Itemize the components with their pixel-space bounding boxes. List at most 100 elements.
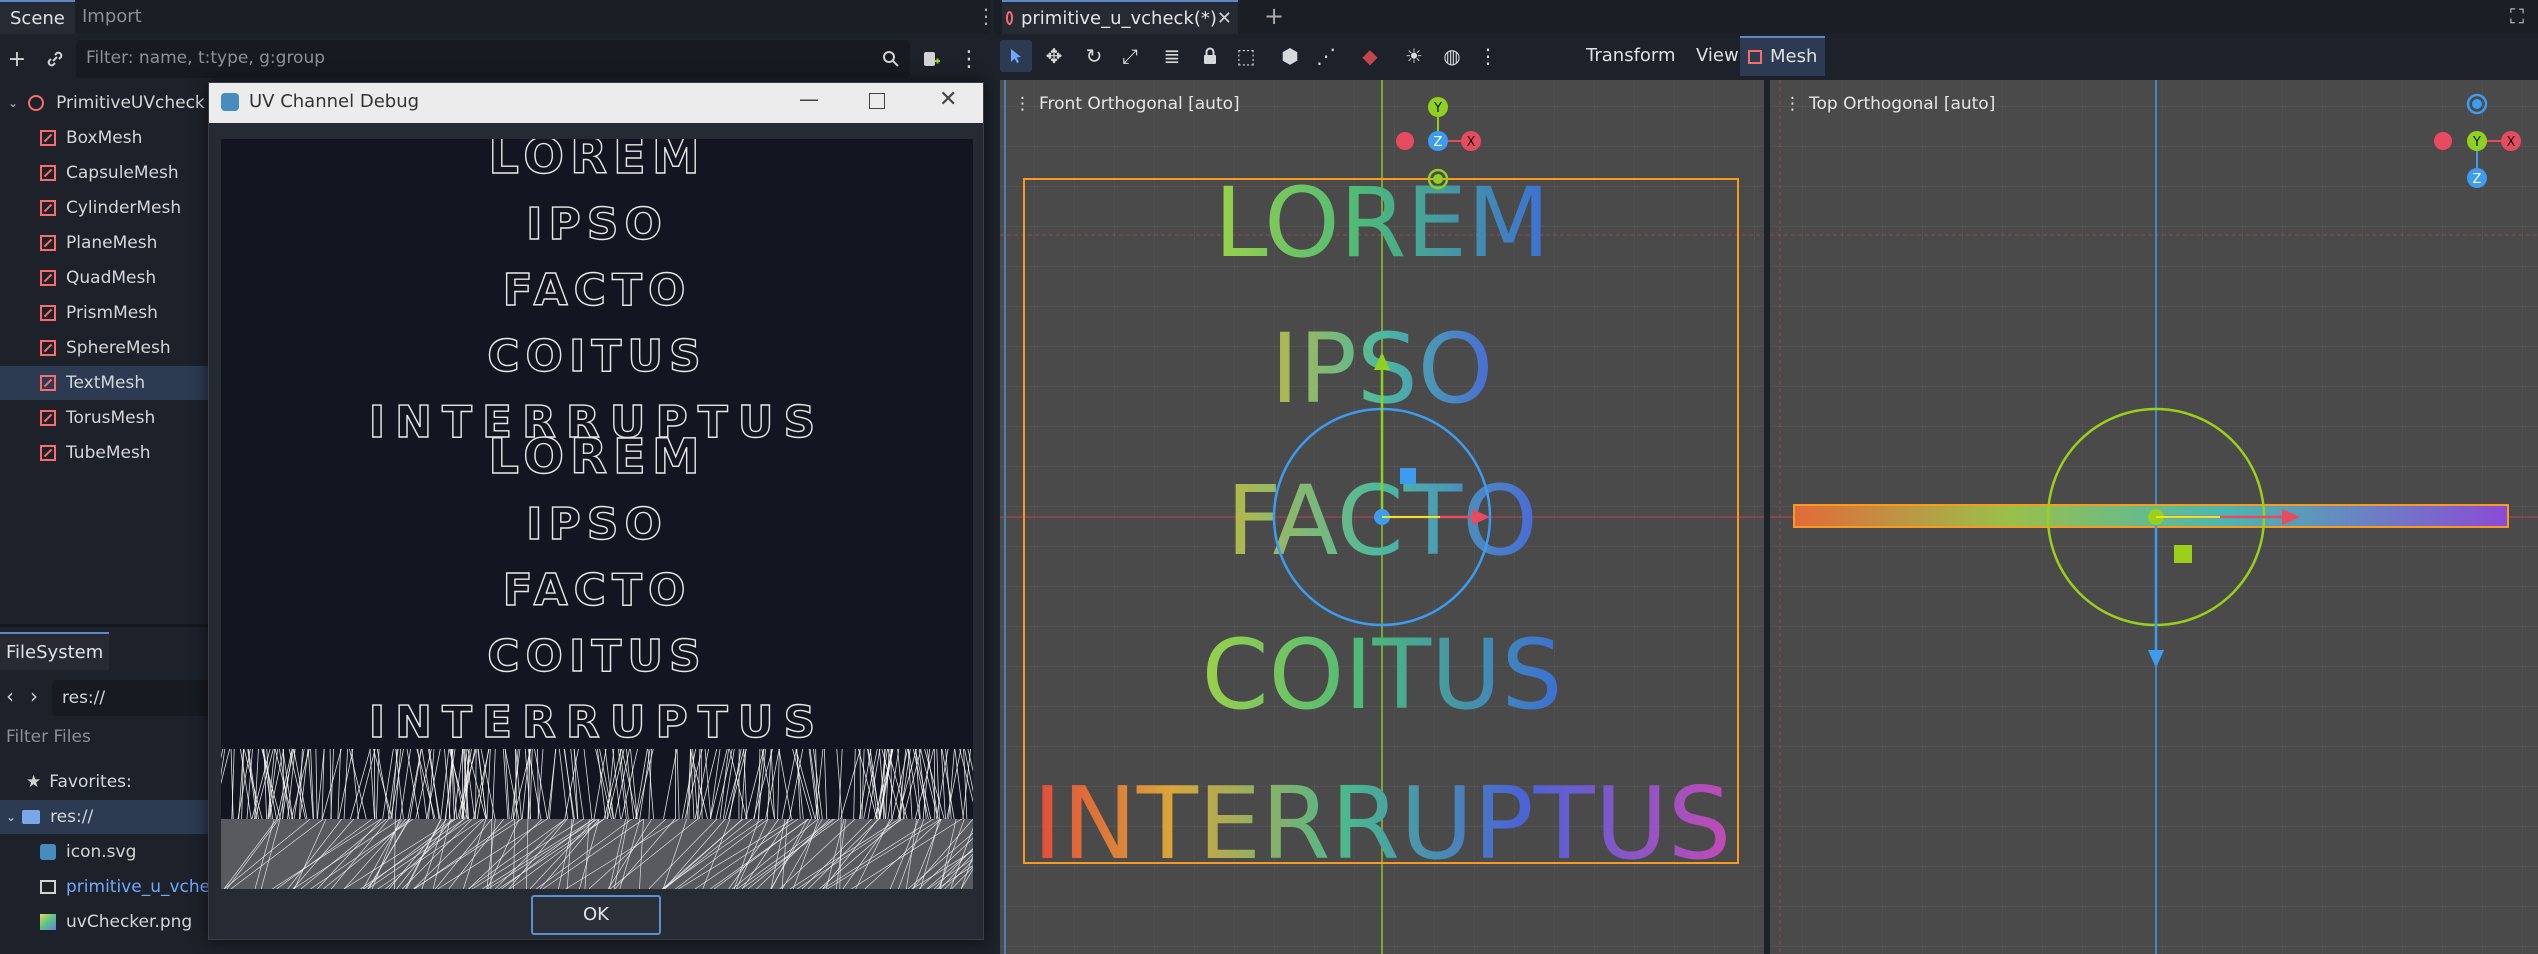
node-label: PrismMesh <box>66 303 158 323</box>
transform-menu[interactable]: Transform <box>1578 36 1684 76</box>
res-root-row[interactable]: ⌄ res:// <box>0 800 210 834</box>
tree-node-spheremesh[interactable]: SphereMesh <box>0 331 210 365</box>
list-select-icon[interactable]: ≣ <box>1156 40 1188 72</box>
uv-word: INTERRUPTUS <box>369 697 825 748</box>
lock-icon[interactable] <box>1194 40 1226 72</box>
uv-channel-debug-dialog: UV Channel Debug — ✕ LOREM IPSO FACTO CO… <box>208 82 984 940</box>
tab-import[interactable]: Import <box>72 0 152 34</box>
collapse-icon[interactable]: ⌄ <box>8 86 18 120</box>
search-icon[interactable] <box>874 42 908 76</box>
node-label: SphereMesh <box>66 338 171 358</box>
folder-icon <box>22 810 41 824</box>
node-label: TorusMesh <box>66 408 156 428</box>
mesh-instance-icon <box>40 235 56 251</box>
minimize-icon[interactable]: — <box>799 87 819 111</box>
scale-tool-icon[interactable]: ⤢ <box>1114 40 1146 72</box>
scene-menu-icon[interactable]: ⋮ <box>952 42 986 76</box>
uv-word: COITUS <box>487 631 707 682</box>
top-viewport-label[interactable]: ⋮ Top Orthogonal [auto] <box>1784 94 1995 114</box>
link-icon[interactable] <box>38 42 72 76</box>
tree-node-tubemesh[interactable]: TubeMesh <box>0 436 210 470</box>
node-label: QuadMesh <box>66 268 157 288</box>
use-local-space-icon[interactable]: ⬢ <box>1274 40 1306 72</box>
file-row[interactable]: icon.svg <box>0 835 210 869</box>
environment-icon[interactable]: ◍ <box>1436 40 1468 72</box>
group-icon[interactable]: ⬚ <box>1230 40 1262 72</box>
mesh-instance-icon <box>40 270 56 286</box>
preview-camera-icon[interactable]: ◆ <box>1354 40 1386 72</box>
scene-dock-tabs: Scene Import ⋮ <box>0 0 996 34</box>
node3d-icon <box>28 95 45 111</box>
more-options-icon[interactable]: ⋮ <box>1472 40 1504 72</box>
distraction-free-icon[interactable]: ⛶ <box>2510 4 2524 28</box>
uv-word: IPSO <box>526 499 668 550</box>
attach-script-icon[interactable] <box>914 42 948 76</box>
uv-side-faces <box>221 748 973 889</box>
ok-button[interactable]: OK <box>531 895 661 935</box>
mesh-instance-icon <box>40 445 56 461</box>
dock-splitter[interactable] <box>0 624 208 627</box>
close-tab-icon[interactable]: ✕ <box>1217 8 1232 29</box>
move-tool-icon[interactable]: ✥ <box>1038 40 1070 72</box>
forward-icon[interactable]: › <box>30 684 38 708</box>
tree-root-node[interactable]: ⌄ PrimitiveUVcheck <box>0 86 210 120</box>
mesh-instance-icon <box>40 410 56 426</box>
scene-file-icon <box>40 880 56 894</box>
tree-node-cylindermesh[interactable]: CylinderMesh <box>0 191 210 225</box>
viewport-menu-icon[interactable]: ⋮ <box>1784 94 1801 114</box>
add-tab-icon[interactable]: + <box>1264 2 1284 30</box>
tree-node-planemesh[interactable]: PlaneMesh <box>0 226 210 260</box>
front-viewport-label[interactable]: ⋮ Front Orthogonal [auto] <box>1014 94 1240 114</box>
front-orthogonal-viewport[interactable]: LOREM IPSO FACTO COITUS INTERRUPTUS Y X <box>1000 80 1764 954</box>
close-icon[interactable]: ✕ <box>939 87 957 112</box>
path-field[interactable]: res:// <box>52 680 210 716</box>
scene-tab[interactable]: primitive_u_vcheck(*) ✕ <box>1002 0 1238 34</box>
dock-menu-icon[interactable]: ⋮ <box>976 4 996 28</box>
axis-z-label: Z <box>2473 172 2482 187</box>
select-tool-icon[interactable] <box>1000 40 1032 72</box>
tab-filesystem[interactable]: FileSystem <box>0 632 110 670</box>
axis-x-label: X <box>2507 135 2516 150</box>
mesh-instance-icon <box>40 340 56 356</box>
favorites-row[interactable]: ★ Favorites: <box>0 765 210 799</box>
axis-x-label: X <box>1467 135 1476 150</box>
file-name: icon.svg <box>66 842 137 862</box>
top-viewport-title: Top Orthogonal [auto] <box>1809 94 1996 114</box>
rotate-tool-icon[interactable]: ↻ <box>1078 40 1110 72</box>
mesh-menu[interactable]: Mesh <box>1740 36 1826 76</box>
snap-icon[interactable]: ⋰ <box>1310 40 1342 72</box>
scene-filter-input[interactable]: Filter: name, t:type, g:group <box>76 40 910 78</box>
maximize-icon[interactable] <box>869 93 885 109</box>
top-orthogonal-viewport[interactable]: Y X Z ⋮ Top Orthogonal [auto] <box>1770 80 2538 954</box>
tab-scene[interactable]: Scene <box>0 0 75 34</box>
node-label: TextMesh <box>66 373 146 393</box>
file-name: uvChecker.png <box>66 912 193 932</box>
tree-node-capsulemesh[interactable]: CapsuleMesh <box>0 156 210 190</box>
filter-files-input[interactable]: Filter Files <box>0 722 210 752</box>
add-node-icon[interactable]: + <box>0 42 34 76</box>
view-menu[interactable]: View <box>1688 36 1747 76</box>
tree-node-prismmesh[interactable]: PrismMesh <box>0 296 210 330</box>
tree-node-torusmesh[interactable]: TorusMesh <box>0 401 210 435</box>
tree-node-boxmesh[interactable]: BoxMesh <box>0 121 210 155</box>
file-row[interactable]: uvChecker.png <box>0 905 210 939</box>
star-icon: ★ <box>26 772 42 792</box>
dialog-titlebar[interactable]: UV Channel Debug — ✕ <box>209 83 983 123</box>
back-icon[interactable]: ‹ <box>6 684 14 708</box>
viewport-menu-icon[interactable]: ⋮ <box>1014 94 1031 114</box>
tree-node-quadmesh[interactable]: QuadMesh <box>0 261 210 295</box>
mesh-menu-label: Mesh <box>1770 46 1818 67</box>
sun-icon[interactable]: ☀ <box>1398 40 1430 72</box>
front-viewport-canvas: LOREM IPSO FACTO COITUS INTERRUPTUS Y X <box>1000 80 1764 954</box>
mesh-instance-icon <box>40 375 56 391</box>
axis-y-label: Y <box>1433 101 1442 116</box>
tree-node-textmesh[interactable]: TextMesh <box>0 366 210 400</box>
collapse-icon[interactable]: ⌄ <box>6 800 16 834</box>
file-row[interactable]: primitive_u_vcheck <box>0 870 210 904</box>
mesh-instance-icon <box>40 305 56 321</box>
file-name: primitive_u_vcheck <box>66 877 210 897</box>
scene-toolbar: + Filter: name, t:type, g:group ⋮ <box>0 40 990 78</box>
mesh-instance-icon <box>40 165 56 181</box>
scene-tab-label: primitive_u_vcheck(*) <box>1020 7 1217 29</box>
node-label: CylinderMesh <box>66 198 182 218</box>
